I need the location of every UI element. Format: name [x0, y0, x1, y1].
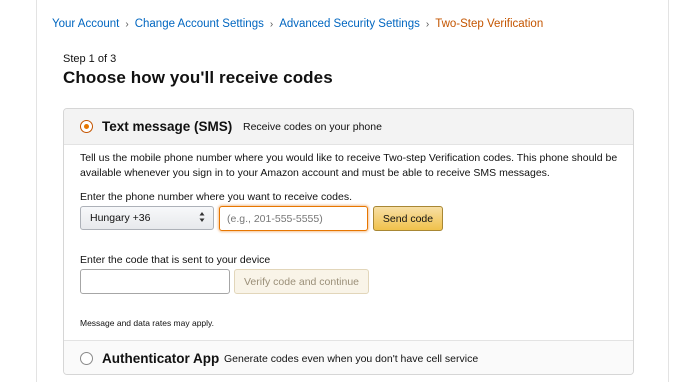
breadcrumb: Your Account › Change Account Settings › Adv…	[52, 18, 543, 30]
country-select-value: Hungary +36	[90, 212, 151, 224]
chevron-right-icon: ›	[125, 19, 129, 30]
breadcrumb-two-step-verification: Two-Step Verification	[435, 18, 544, 30]
page-title: Choose how you'll receive codes	[63, 68, 333, 87]
code-label: Enter the code that is sent to your devi…	[80, 254, 271, 266]
breadcrumb-advanced-security-settings[interactable]: Advanced Security Settings	[279, 18, 420, 30]
sms-option-subtitle: Receive codes on your phone	[243, 121, 382, 133]
breadcrumb-change-account-settings[interactable]: Change Account Settings	[135, 18, 264, 30]
sms-option-title: Text message (SMS)	[102, 119, 233, 134]
authenticator-option-title: Authenticator App	[102, 351, 220, 366]
phone-input[interactable]	[219, 206, 368, 231]
authenticator-option-subtitle: Generate codes even when you don't have …	[224, 353, 479, 365]
chevron-right-icon: ›	[425, 19, 430, 30]
rates-note: Message and data rates may apply.	[80, 318, 215, 328]
country-select[interactable]: Hungary +36	[80, 206, 214, 230]
breadcrumb-your-account[interactable]: Your Account	[52, 18, 119, 30]
radio-unselected-icon[interactable]	[80, 352, 93, 365]
phone-label: Enter the phone number where you want to…	[80, 191, 352, 203]
verification-options: Text message (SMS) Receive codes on your…	[63, 108, 634, 375]
sms-option-header[interactable]: Text message (SMS) Receive codes on your…	[64, 109, 633, 145]
authenticator-option[interactable]: Authenticator App Generate codes even wh…	[64, 340, 633, 374]
chevron-right-icon: ›	[269, 19, 274, 30]
verification-code-input[interactable]	[80, 269, 230, 294]
verify-code-button[interactable]: Verify code and continue	[234, 269, 369, 294]
step-indicator: Step 1 of 3	[63, 53, 117, 65]
radio-selected-icon[interactable]	[80, 120, 93, 133]
send-code-button[interactable]: Send code	[373, 206, 443, 231]
select-arrows-icon	[199, 211, 205, 225]
sms-description: Tell us the mobile phone number where yo…	[80, 152, 618, 179]
